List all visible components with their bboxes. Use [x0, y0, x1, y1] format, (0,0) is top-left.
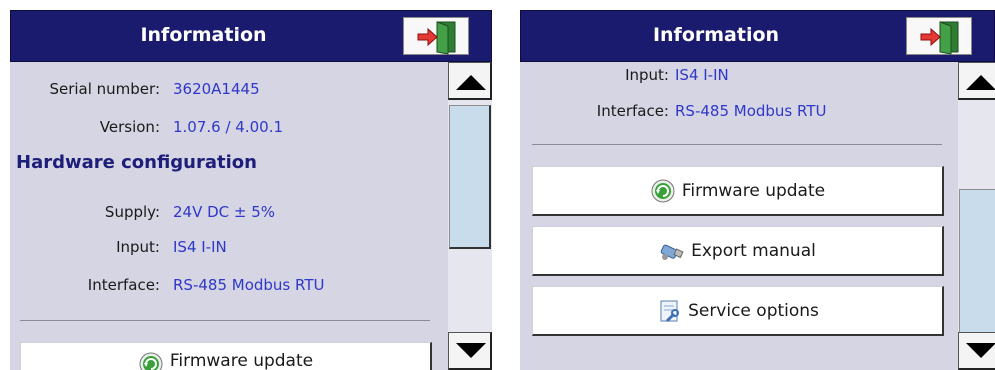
scroll-thumb[interactable] — [449, 105, 491, 249]
page-title: Information — [140, 24, 267, 46]
info-row-input: Input: — [10, 238, 160, 264]
arrow-down-icon — [966, 343, 995, 358]
arrow-up-icon — [966, 75, 995, 90]
info-row-version: Version: — [10, 118, 160, 144]
scroll-down-button[interactable] — [958, 332, 995, 370]
title-bar: Information — [10, 10, 492, 62]
exit-door-icon — [417, 21, 456, 55]
scroll-down-button[interactable] — [448, 332, 492, 370]
info-row-interface: Interface: — [520, 102, 669, 128]
exit-door-icon — [920, 21, 959, 55]
firmware-update-icon — [139, 352, 163, 370]
interface-value: RS-485 Modbus RTU — [173, 276, 325, 294]
version-value: 1.07.6 / 4.00.1 — [173, 118, 284, 136]
export-manual-button[interactable]: Export manual — [532, 226, 944, 276]
firmware-update-label: Firmware update — [681, 180, 826, 201]
divider — [532, 144, 942, 145]
supply-value: 24V DC ± 5% — [173, 203, 276, 221]
title-bar: Information — [520, 10, 995, 62]
divider — [20, 320, 430, 321]
input-label: Input: — [116, 238, 160, 256]
input-value: IS4 I-IN — [675, 66, 729, 84]
arrow-up-icon — [456, 75, 486, 90]
exit-button[interactable] — [906, 17, 972, 55]
scroll-up-button[interactable] — [448, 62, 492, 100]
scrollbar[interactable] — [448, 62, 492, 370]
interface-value: RS-485 Modbus RTU — [675, 102, 827, 120]
page-title: Information — [652, 24, 780, 46]
exit-button[interactable] — [403, 17, 469, 55]
interface-label: Interface: — [596, 102, 669, 120]
info-row-supply: Supply: — [10, 203, 160, 229]
firmware-update-button[interactable]: Firmware update — [532, 166, 944, 216]
arrow-down-icon — [456, 343, 486, 358]
serial-number-value: 3620A1445 — [173, 80, 260, 98]
scroll-thumb[interactable] — [959, 189, 995, 334]
info-row-serial: Serial number: — [10, 80, 160, 106]
hardware-configuration-heading: Hardware configuration — [16, 152, 257, 173]
serial-number-label: Serial number: — [49, 80, 160, 98]
service-options-icon — [660, 300, 680, 322]
supply-label: Supply: — [104, 203, 160, 221]
information-screen-left: Information Serial number: 3620A1445 Ver… — [10, 10, 492, 370]
firmware-update-label: Firmware update — [169, 351, 314, 370]
input-value: IS4 I-IN — [173, 238, 227, 256]
export-manual-label: Export manual — [691, 240, 816, 261]
service-options-label: Service options — [688, 300, 819, 321]
input-label: Input: — [625, 66, 669, 84]
firmware-update-button[interactable]: Firmware update — [20, 342, 432, 370]
interface-label: Interface: — [87, 276, 160, 294]
service-options-button[interactable]: Service options — [532, 286, 944, 336]
version-label: Version: — [99, 118, 160, 136]
information-screen-right: Information Input: IS4 I-IN Interface: R… — [520, 10, 995, 370]
firmware-update-icon — [651, 179, 675, 202]
usb-export-icon — [660, 244, 684, 260]
info-row-input: Input: — [520, 66, 669, 92]
info-row-interface: Interface: — [10, 276, 160, 302]
scroll-up-button[interactable] — [958, 62, 995, 100]
scrollbar[interactable] — [958, 62, 995, 370]
